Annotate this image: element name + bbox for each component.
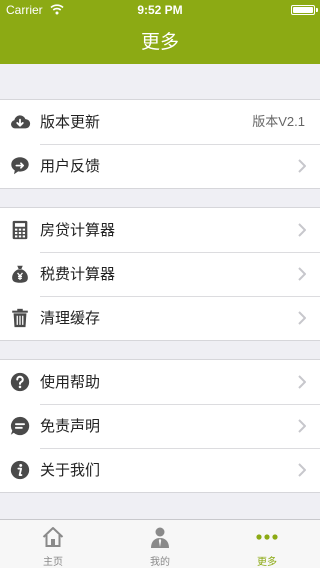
status-bar: Carrier 9:52 PM [0, 0, 320, 20]
row-label: 使用帮助 [40, 373, 101, 391]
row-label: 房贷计算器 [40, 221, 116, 239]
tab-label: 更多 [257, 557, 277, 568]
chevron-right-icon [298, 419, 306, 433]
tab-home[interactable]: 主页 [0, 520, 106, 568]
chevron-right-icon [298, 375, 306, 389]
row-disclaimer[interactable]: 免责声明 [0, 404, 320, 448]
message-circle-icon [10, 416, 30, 436]
home-icon [42, 527, 64, 547]
download-cloud-icon [11, 115, 31, 129]
row-label: 用户反馈 [40, 157, 101, 175]
chevron-right-icon [298, 267, 306, 281]
row-label: 清理缓存 [40, 309, 101, 327]
chevron-right-icon [298, 159, 306, 173]
tab-bar: 主页 我的 更多 [0, 519, 320, 568]
row-label: 版本更新 [40, 113, 101, 131]
more-dots-icon [256, 534, 278, 540]
chevron-right-icon [298, 463, 306, 477]
row-tax-calculator[interactable]: 税费计算器 [0, 252, 320, 296]
row-user-feedback[interactable]: 用户反馈 [0, 144, 320, 188]
user-icon [151, 527, 169, 548]
status-time: 9:52 PM [137, 3, 183, 17]
question-circle-icon [10, 372, 30, 392]
settings-group-tools: 房贷计算器 税费计算器 清理缓存 [0, 207, 320, 341]
money-bag-icon [12, 265, 28, 283]
tab-label: 我的 [150, 557, 170, 568]
row-mortgage-calculator[interactable]: 房贷计算器 [0, 208, 320, 252]
trash-icon [12, 308, 28, 328]
battery-icon [291, 5, 318, 15]
feedback-bubble-icon [11, 157, 29, 175]
version-value: 版本V2.1 [252, 114, 305, 129]
nav-header: Carrier 9:52 PM 更多 [0, 0, 320, 64]
chevron-right-icon [298, 223, 306, 237]
row-label: 税费计算器 [40, 265, 116, 283]
tab-mine[interactable]: 我的 [107, 520, 213, 568]
settings-group-app: 版本更新 版本V2.1 用户反馈 [0, 99, 320, 189]
chevron-right-icon [298, 311, 306, 325]
tab-more[interactable]: 更多 [214, 520, 320, 568]
info-circle-icon [10, 460, 30, 480]
row-version-update[interactable]: 版本更新 版本V2.1 [0, 100, 320, 144]
row-about-us[interactable]: 关于我们 [0, 448, 320, 492]
row-help[interactable]: 使用帮助 [0, 360, 320, 404]
row-clear-cache[interactable]: 清理缓存 [0, 296, 320, 340]
row-label: 关于我们 [40, 461, 101, 479]
settings-group-about: 使用帮助 免责声明 关于我们 [0, 359, 320, 493]
row-label: 免责声明 [40, 417, 101, 435]
calculator-icon [12, 220, 28, 240]
page-title: 更多 [140, 31, 179, 53]
tab-label: 主页 [43, 557, 63, 568]
